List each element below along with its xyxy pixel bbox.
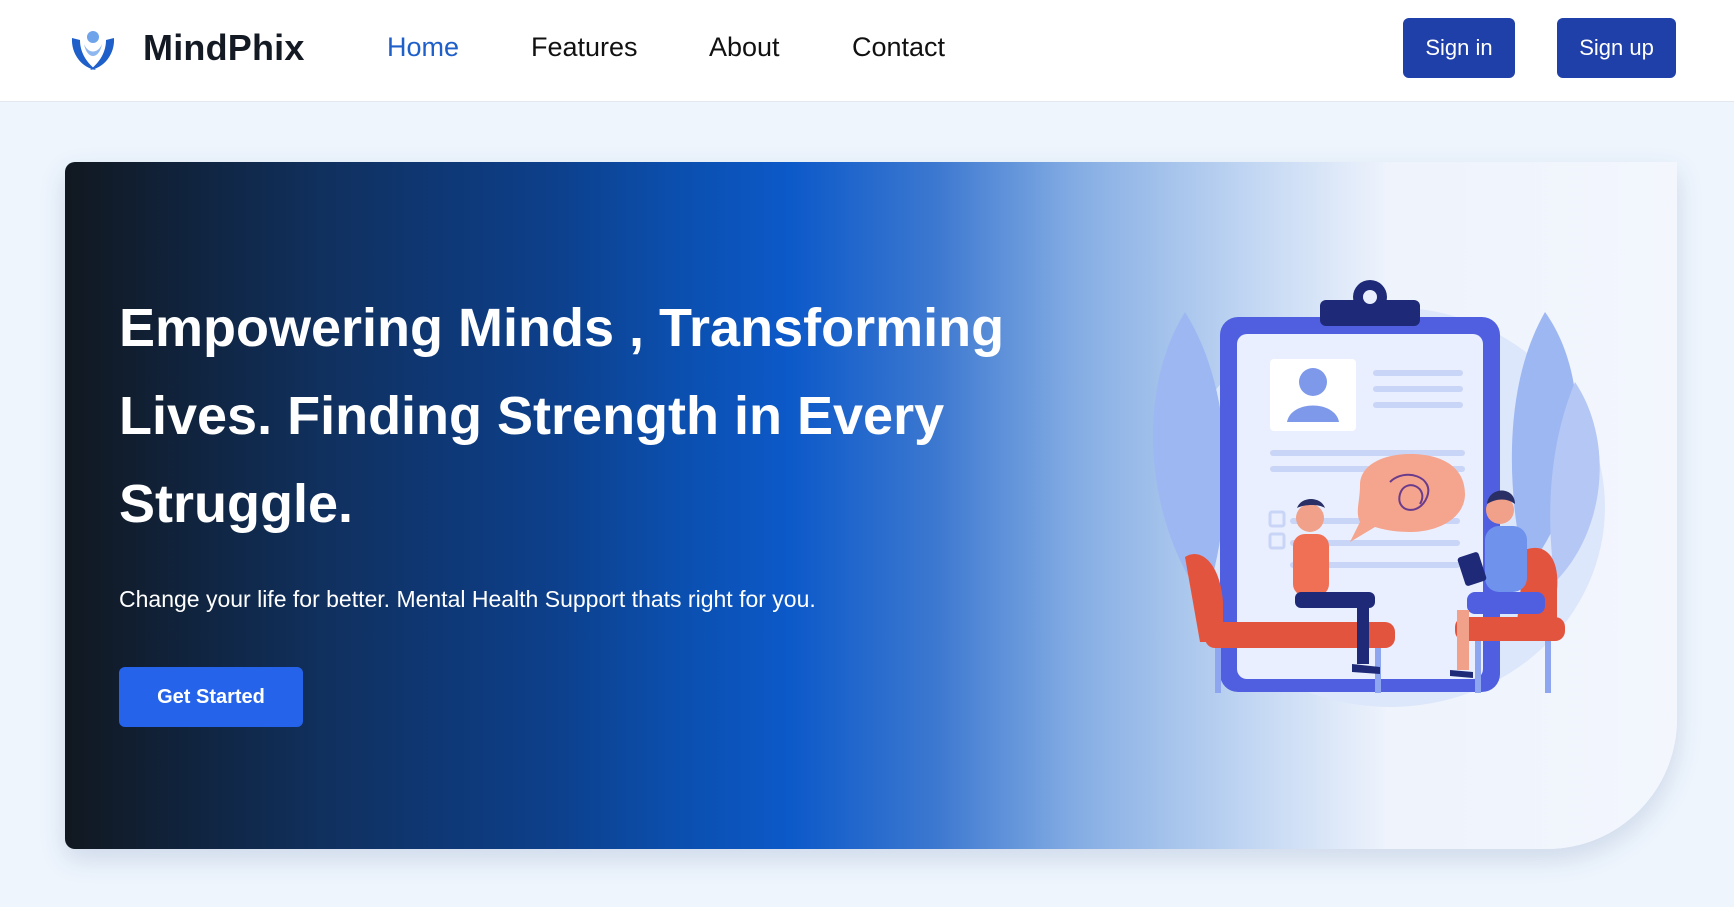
nav-link-about[interactable]: About — [709, 32, 780, 63]
therapy-session-illustration — [1105, 272, 1625, 752]
hero-subtitle: Change your life for better. Mental Heal… — [119, 586, 816, 612]
nav-link-home[interactable]: Home — [387, 32, 459, 63]
top-navbar: MindPhix Home Features About Contact Sig… — [0, 0, 1734, 102]
sign-in-button[interactable]: Sign in — [1403, 18, 1515, 78]
hero-title: Empowering Minds , Transforming Lives. F… — [119, 298, 1005, 534]
nav-link-contact[interactable]: Contact — [852, 32, 945, 63]
brand-name[interactable]: MindPhix — [143, 27, 305, 69]
heart-hands-icon[interactable] — [66, 24, 120, 72]
get-started-button[interactable]: Get Started — [119, 667, 303, 727]
sign-up-button[interactable]: Sign up — [1557, 18, 1676, 78]
hero-banner: Empowering Minds , Transforming Lives. F… — [65, 162, 1677, 849]
nav-link-features[interactable]: Features — [531, 32, 638, 63]
